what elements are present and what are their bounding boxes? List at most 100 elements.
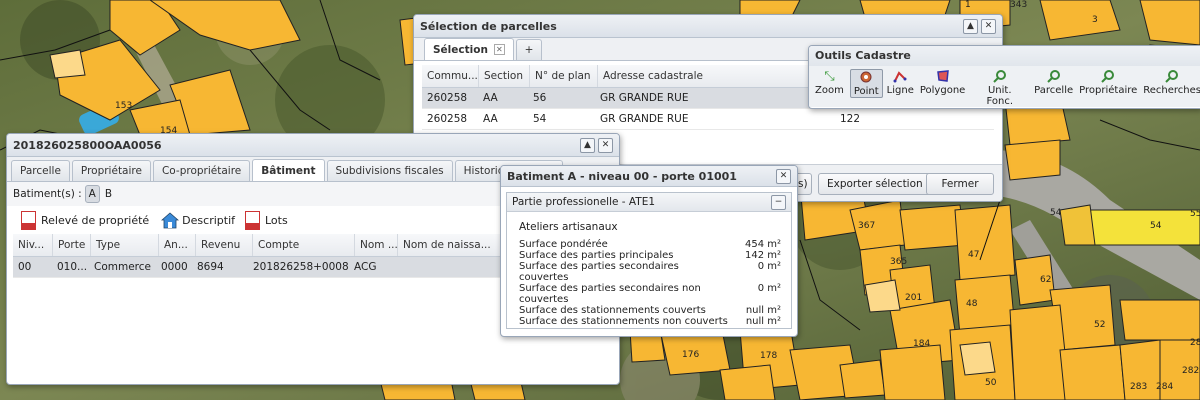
add-tab-label: + xyxy=(524,44,534,56)
parcel-number-label: 178 xyxy=(760,351,777,361)
tools-window-title[interactable]: Outils Cadastre xyxy=(809,46,1200,66)
surface-list: Surface pondérée 454 m² Surface des partie… xyxy=(519,239,781,327)
col-plan[interactable]: N° de plan xyxy=(530,65,598,87)
parcel-number-label: 176 xyxy=(682,350,699,360)
surface-row: Surface des parties secondaires non couv… xyxy=(519,283,781,305)
table-row[interactable]: 260258 AA 54 GR GRANDE RUE 122 xyxy=(422,109,994,130)
cell-type: Commerce xyxy=(94,261,151,273)
tab-co-proprietaire[interactable]: Co-propriétaire xyxy=(152,160,251,181)
cell-commune: 260258 xyxy=(427,113,468,125)
cell-plan: 56 xyxy=(533,92,547,104)
tab-proprietaire[interactable]: Propriétaire xyxy=(71,160,151,181)
descriptif-link[interactable]: Descriptif xyxy=(182,214,235,227)
cell-commune: 260258 xyxy=(427,92,468,104)
parcel-window-title: 201826025800OAA0056 xyxy=(13,138,162,152)
surface-value: 0 m² xyxy=(757,283,781,294)
panel-header[interactable]: Partie professionelle - ATE1 − xyxy=(507,193,791,212)
add-tab-button[interactable]: + xyxy=(515,39,543,60)
col-annee[interactable]: An... xyxy=(159,234,196,256)
surface-row: Surface des stationnements couverts null … xyxy=(519,305,781,316)
col-section[interactable]: Section xyxy=(479,65,530,87)
tool-parcel[interactable]: Parcelle xyxy=(1034,69,1073,96)
tool-polygon[interactable]: Polygone xyxy=(920,69,965,96)
close-icon[interactable]: ✕ xyxy=(598,137,613,153)
tool-zoom-label: Zoom xyxy=(815,85,844,96)
cell-niveau: 00 xyxy=(18,261,32,273)
close-icon[interactable]: ✕ xyxy=(776,168,791,184)
cell-revenu: 8694 xyxy=(197,261,224,273)
tool-unit-label: Unit. Fonc. xyxy=(986,85,1013,107)
polygon-icon xyxy=(920,69,965,85)
releve-propriete-link[interactable]: Relevé de propriété xyxy=(41,214,149,227)
owner-icon xyxy=(1079,69,1137,85)
tool-search[interactable]: Recherches xyxy=(1143,69,1200,96)
cell-nom: ACG xyxy=(354,261,377,273)
pdf-icon xyxy=(21,210,36,230)
panel-body: Ateliers artisanaux Surface pondérée 454 … xyxy=(507,212,791,328)
surface-value: 454 m² xyxy=(744,239,781,250)
tool-owner-label: Propriétaire xyxy=(1079,85,1138,96)
batiment-window-header[interactable]: Batiment A - niveau 00 - porte 01001 ✕ xyxy=(501,166,797,187)
tool-unit[interactable]: Unit. Fonc. xyxy=(975,69,1024,107)
tab-selection[interactable]: Sélection ✕ xyxy=(424,38,514,60)
col-nom[interactable]: Nom ... xyxy=(355,234,398,256)
tools-row: ⤡ Zoom Point Ligne Polygone Unit. Fonc. … xyxy=(809,66,1200,107)
collapse-icon[interactable]: ▲ xyxy=(963,18,978,34)
tool-polygon-label: Polygone xyxy=(919,85,966,96)
surface-label: Surface pondérée xyxy=(519,239,608,250)
tab-close-icon[interactable]: ✕ xyxy=(493,44,505,55)
cell-adresse: GR GRANDE RUE xyxy=(600,113,689,125)
lots-link[interactable]: Lots xyxy=(265,214,288,227)
cell-adresse: GR GRANDE RUE xyxy=(600,92,689,104)
activity-heading: Ateliers artisanaux xyxy=(519,221,618,233)
parcel-number-label: 367 xyxy=(858,221,875,231)
batiment-window: Batiment A - niveau 00 - porte 01001 ✕ P… xyxy=(500,165,798,337)
collapse-icon[interactable]: ▲ xyxy=(580,137,595,153)
parcel-number-label: 62 xyxy=(1040,275,1051,285)
parcel-window-header[interactable]: 201826025800OAA0056 ▲ ✕ xyxy=(7,134,619,157)
tab-batiment[interactable]: Bâtiment xyxy=(252,159,325,181)
parcel-number-label: 282 xyxy=(1182,366,1199,376)
tool-point[interactable]: Point xyxy=(849,69,883,98)
surface-row: Surface des parties secondaires couverte… xyxy=(519,261,781,283)
unit-icon xyxy=(975,69,1024,85)
parcel-number-label: 184 xyxy=(913,339,930,349)
parcel-number-label: 343 xyxy=(1010,0,1027,10)
tool-zoom[interactable]: ⤡ Zoom xyxy=(815,69,844,96)
surface-label: Surface des parties principales xyxy=(519,250,674,261)
surface-label: Surface des parties secondaires non couv… xyxy=(519,283,701,305)
surface-value: 142 m² xyxy=(744,250,781,261)
parcel-number-label: 288 xyxy=(1190,338,1200,348)
selection-window-header[interactable]: Sélection de parcelles ▲ ✕ xyxy=(414,15,1002,38)
parcel-number-label: 284 xyxy=(1156,382,1173,392)
col-compte[interactable]: Compte xyxy=(253,234,355,256)
col-type[interactable]: Type xyxy=(91,234,159,256)
col-porte[interactable]: Porte xyxy=(53,234,91,256)
cell-compte: 201826258+00086 xyxy=(253,261,349,273)
cell-annee: 0000 xyxy=(161,261,188,273)
zoom-icon: ⤡ xyxy=(824,69,835,84)
collapse-panel-icon[interactable]: − xyxy=(771,194,786,210)
surface-label: Surface des parties secondaires couverte… xyxy=(519,261,679,283)
col-commune[interactable]: Commu... xyxy=(422,65,479,87)
col-revenu[interactable]: Revenu xyxy=(196,234,253,256)
tab-parcelle[interactable]: Parcelle xyxy=(11,160,70,181)
tool-line[interactable]: Ligne xyxy=(887,69,914,96)
line-icon xyxy=(887,69,914,85)
cell-porte: 010... xyxy=(57,261,88,273)
batiment-window-title: Batiment A - niveau 00 - porte 01001 xyxy=(507,169,737,183)
building-a-button[interactable]: A xyxy=(84,185,100,203)
parcel-number-label: 283 xyxy=(1130,382,1147,392)
surface-row: Surface des stationnements non couverts n… xyxy=(519,316,781,327)
col-niveau[interactable]: Niv... xyxy=(13,234,53,256)
tab-subdivisions[interactable]: Subdivisions fiscales xyxy=(326,160,453,181)
close-button[interactable]: Fermer xyxy=(926,173,994,195)
cell-extra: 122 xyxy=(840,113,861,125)
close-icon[interactable]: ✕ xyxy=(981,18,996,34)
export-selection-button[interactable]: Exporter sélection ▼ xyxy=(818,173,942,195)
tool-owner[interactable]: Propriétaire xyxy=(1079,69,1137,96)
parcel-number-label: 48 xyxy=(966,299,978,309)
cell-section: AA xyxy=(483,113,498,125)
parcel-number-label: 50 xyxy=(985,378,997,388)
building-b-button[interactable]: B xyxy=(105,188,112,200)
